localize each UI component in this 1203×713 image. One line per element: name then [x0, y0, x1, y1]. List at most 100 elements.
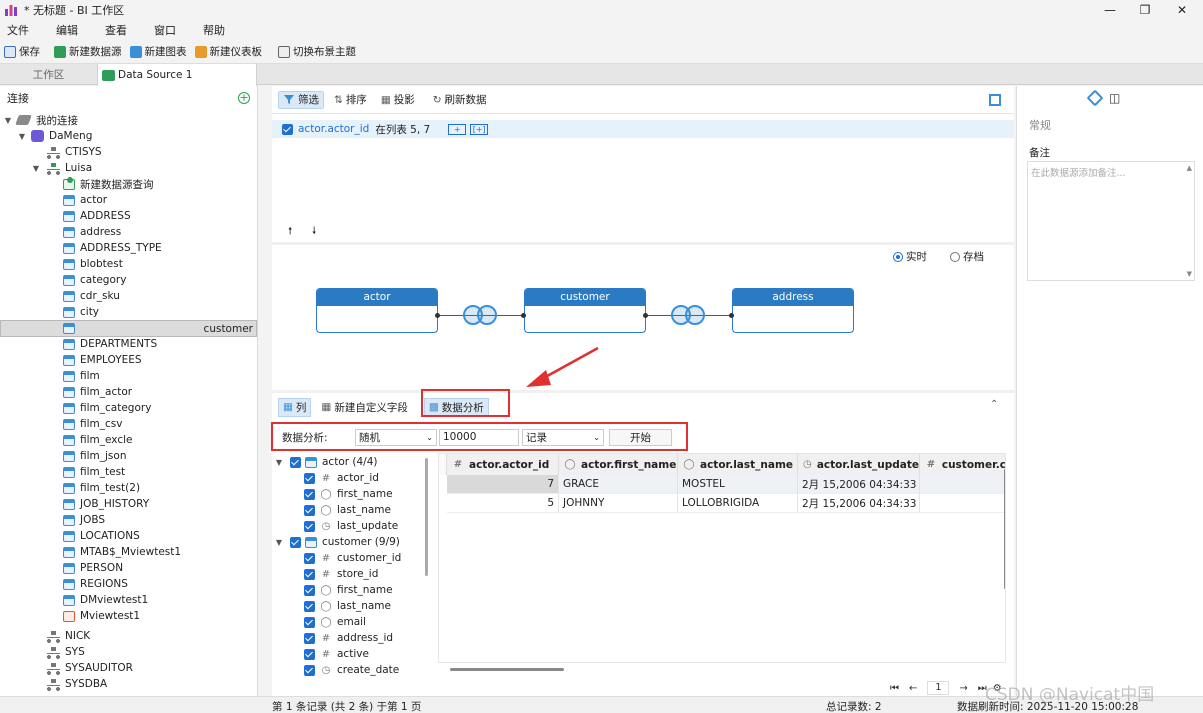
menu-window[interactable]: 窗口: [154, 22, 176, 38]
field-item[interactable]: ◯ email: [304, 614, 366, 630]
tree-view[interactable]: Mviewtest1: [0, 608, 257, 624]
tree-schema-sys[interactable]: SYS: [0, 644, 257, 660]
menu-view[interactable]: 查看: [105, 22, 127, 38]
table-cell[interactable]: GRACE: [559, 475, 678, 494]
tree-table[interactable]: ADDRESS_TYPE: [0, 240, 257, 256]
collapse-icon[interactable]: ⌃: [990, 399, 998, 410]
field-item[interactable]: # active: [304, 646, 369, 662]
field-item[interactable]: ◷ create_date: [304, 662, 399, 678]
new-chart-button[interactable]: 新建图表: [129, 44, 187, 59]
tree-table[interactable]: JOB_HISTORY: [0, 496, 257, 512]
tree-table[interactable]: category: [0, 272, 257, 288]
column-header[interactable]: ◷ actor.last_update: [798, 454, 920, 475]
tree-table[interactable]: JOBS: [0, 512, 257, 528]
tree-table[interactable]: DEPARTMENTS: [0, 336, 257, 352]
field-checkbox[interactable]: [304, 472, 315, 484]
new-datasource-button[interactable]: 新建数据源: [54, 44, 122, 59]
grid-horizontal-scrollbar[interactable]: [450, 668, 564, 671]
switch-theme-button[interactable]: 切换布景主题: [278, 44, 356, 59]
table-cell[interactable]: MOSTEL: [678, 475, 798, 494]
tree-table[interactable]: film_json: [0, 448, 257, 464]
tree-table[interactable]: city: [0, 304, 257, 320]
tree-schema-sysauditor[interactable]: SYSAUDITOR: [0, 660, 257, 676]
tree-db-dameng[interactable]: ▼ DaMeng: [0, 128, 257, 144]
project-button[interactable]: ▦ 投影: [377, 91, 419, 109]
tree-table[interactable]: LOCATIONS: [0, 528, 257, 544]
tab-columns[interactable]: ▦ 列: [278, 397, 312, 417]
menu-file[interactable]: 文件: [7, 22, 29, 38]
field-item[interactable]: ◯ last_name: [304, 502, 391, 518]
move-up-icon[interactable]: 🠕: [288, 224, 292, 241]
tree-table[interactable]: PERSON: [0, 560, 257, 576]
field-checkbox[interactable]: [304, 520, 315, 532]
column-header[interactable]: ◯ actor.last_name: [678, 454, 798, 475]
tree-new-query[interactable]: 新建数据源查询: [0, 176, 257, 192]
tree-schema-luisa[interactable]: ▼ Luisa: [0, 160, 257, 176]
tree-table[interactable]: address: [0, 224, 257, 240]
tree-table[interactable]: film_test(2): [0, 480, 257, 496]
tree-table[interactable]: REGIONS: [0, 576, 257, 592]
column-header[interactable]: ◯ actor.first_name: [559, 454, 678, 475]
fullscreen-icon[interactable]: [989, 94, 1001, 106]
tree-schema-nick[interactable]: NICK: [0, 628, 257, 644]
tree-table[interactable]: film_csv: [0, 416, 257, 432]
prev-page-icon[interactable]: ←: [909, 683, 917, 694]
scroll-down-icon[interactable]: ▼: [1187, 270, 1192, 278]
table-cell[interactable]: [920, 494, 1005, 513]
entity-address[interactable]: address: [732, 288, 854, 333]
field-checkbox[interactable]: [304, 600, 315, 612]
field-item[interactable]: # actor_id: [304, 470, 379, 486]
tab-datasource[interactable]: Data Source 1: [97, 64, 257, 86]
note-textarea[interactable]: 在此数据源添加备注... ▲ ▼: [1027, 161, 1195, 281]
field-item[interactable]: # store_id: [304, 566, 378, 582]
field-item[interactable]: ◷ last_update: [304, 518, 398, 534]
first-page-icon[interactable]: ⏮: [890, 683, 899, 694]
tree-table[interactable]: film_excle: [0, 432, 257, 448]
maximize-button[interactable]: ❐: [1128, 0, 1162, 20]
tree-table[interactable]: actor: [0, 192, 257, 208]
tree-schema-sysdba[interactable]: SYSDBA: [0, 676, 257, 692]
tab-workspace[interactable]: 工作区: [0, 64, 97, 85]
page-number-field[interactable]: 1: [927, 681, 950, 695]
entity-customer[interactable]: customer: [524, 288, 646, 333]
filter-condition[interactable]: 在列表 5, 7: [375, 122, 430, 137]
cube-icon[interactable]: [1086, 89, 1104, 107]
group-checkbox[interactable]: [290, 456, 301, 468]
table-cell[interactable]: LOLLOBRIGIDA: [678, 494, 798, 513]
table-cell[interactable]: 7: [447, 475, 559, 494]
mode-archive-radio[interactable]: 存档: [950, 249, 984, 264]
filter-checkbox[interactable]: [282, 123, 293, 135]
tree-table[interactable]: film_category: [0, 400, 257, 416]
tree-table-selected[interactable]: customer: [0, 320, 257, 337]
field-checkbox[interactable]: [304, 584, 315, 596]
new-dashboard-button[interactable]: 新建仪表板: [194, 44, 262, 59]
add-connection-icon[interactable]: +: [238, 92, 250, 104]
field-item[interactable]: ◯ first_name: [304, 582, 393, 598]
next-page-icon[interactable]: →: [959, 683, 967, 694]
field-checkbox[interactable]: [304, 488, 315, 500]
field-checkbox[interactable]: [304, 552, 315, 564]
column-header[interactable]: # customer.c: [920, 454, 1005, 475]
tree-root[interactable]: ▼ 我的连接: [0, 112, 257, 128]
tree-table[interactable]: MTAB$_Mviewtest1: [0, 544, 257, 560]
scroll-up-icon[interactable]: ▲: [1187, 164, 1192, 172]
mode-live-radio[interactable]: 实时: [893, 249, 927, 264]
field-tree-scrollbar[interactable]: [425, 458, 428, 576]
tree-table[interactable]: cdr_sku: [0, 288, 257, 304]
minimize-button[interactable]: —: [1093, 0, 1127, 20]
group-checkbox[interactable]: [290, 536, 301, 548]
refresh-data-button[interactable]: ↻ 刷新数据: [429, 91, 491, 109]
tree-table[interactable]: film_actor: [0, 384, 257, 400]
filter-field[interactable]: actor.actor_id: [298, 123, 369, 135]
tree-table[interactable]: EMPLOYEES: [0, 352, 257, 368]
field-item[interactable]: ◯ last_name: [304, 598, 391, 614]
table-cell[interactable]: 5: [447, 494, 559, 513]
menu-help[interactable]: 帮助: [203, 22, 225, 38]
entity-actor[interactable]: actor: [316, 288, 438, 333]
field-checkbox[interactable]: [304, 632, 315, 644]
table-cell[interactable]: JOHNNY: [559, 494, 678, 513]
close-button[interactable]: ✕: [1165, 0, 1199, 20]
column-header[interactable]: # actor.actor_id: [447, 454, 559, 475]
splitter[interactable]: [272, 390, 1014, 393]
tab-custom-field[interactable]: ▦ 新建自定义字段: [317, 398, 411, 417]
